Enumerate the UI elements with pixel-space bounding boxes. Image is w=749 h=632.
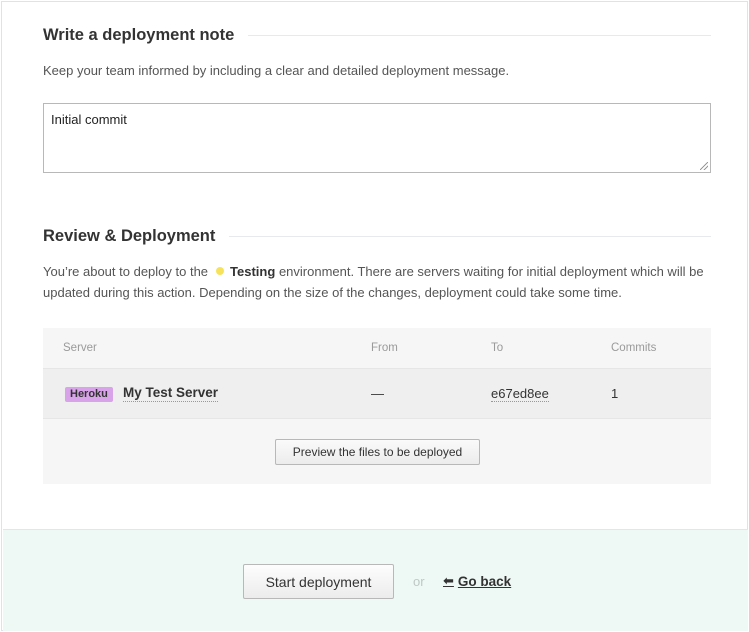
note-section-description: Keep your team informed by including a c…: [43, 63, 510, 78]
deployment-note-value: Initial commit: [51, 112, 127, 127]
column-header-from: From: [371, 342, 398, 354]
section-divider: [229, 235, 711, 237]
review-section-header: Review & Deployment: [43, 225, 711, 247]
go-back-label: Go back: [457, 573, 512, 589]
from-revision: —: [371, 386, 384, 401]
arrow-back-icon: ⬅︎: [443, 573, 454, 588]
note-section-header: Write a deployment note: [43, 24, 711, 46]
server-type-badge: Heroku: [65, 387, 113, 402]
review-section-description: You’re about to deploy to the Testing env…: [43, 261, 711, 303]
environment-name: Testing: [230, 264, 276, 279]
table-header: Server From To Commits: [43, 328, 711, 368]
review-desc-prefix: You’re about to deploy to the: [43, 264, 209, 279]
server-name-link[interactable]: My Test Server: [123, 385, 219, 402]
column-header-server: Server: [63, 342, 97, 354]
resize-handle-icon[interactable]: [700, 162, 708, 170]
to-revision-cell: e67ed8ee: [491, 386, 549, 402]
deployment-footer: Start deployment or ⬅︎ Go back: [3, 529, 748, 631]
review-section-title: Review & Deployment: [43, 226, 216, 245]
servers-table: Server From To Commits Heroku My Test Se…: [43, 328, 711, 484]
note-section-title: Write a deployment note: [43, 25, 235, 44]
column-header-commits: Commits: [611, 342, 657, 354]
go-back-link[interactable]: ⬅︎ Go back: [443, 573, 511, 589]
start-deployment-button[interactable]: Start deployment: [243, 564, 394, 599]
deployment-note-textarea[interactable]: Initial commit: [43, 103, 711, 173]
table-row: Heroku My Test Server — e67ed8ee 1: [43, 368, 711, 419]
commits-count: 1: [611, 386, 619, 401]
to-revision-link[interactable]: e67ed8ee: [491, 386, 549, 402]
deployment-panel: Write a deployment note Keep your team i…: [1, 1, 748, 631]
environment-status-dot-icon: [216, 267, 225, 275]
or-separator: or: [413, 574, 425, 589]
preview-files-button[interactable]: Preview the files to be deployed: [275, 439, 480, 465]
section-divider: [248, 34, 711, 36]
column-header-to: To: [491, 342, 504, 354]
